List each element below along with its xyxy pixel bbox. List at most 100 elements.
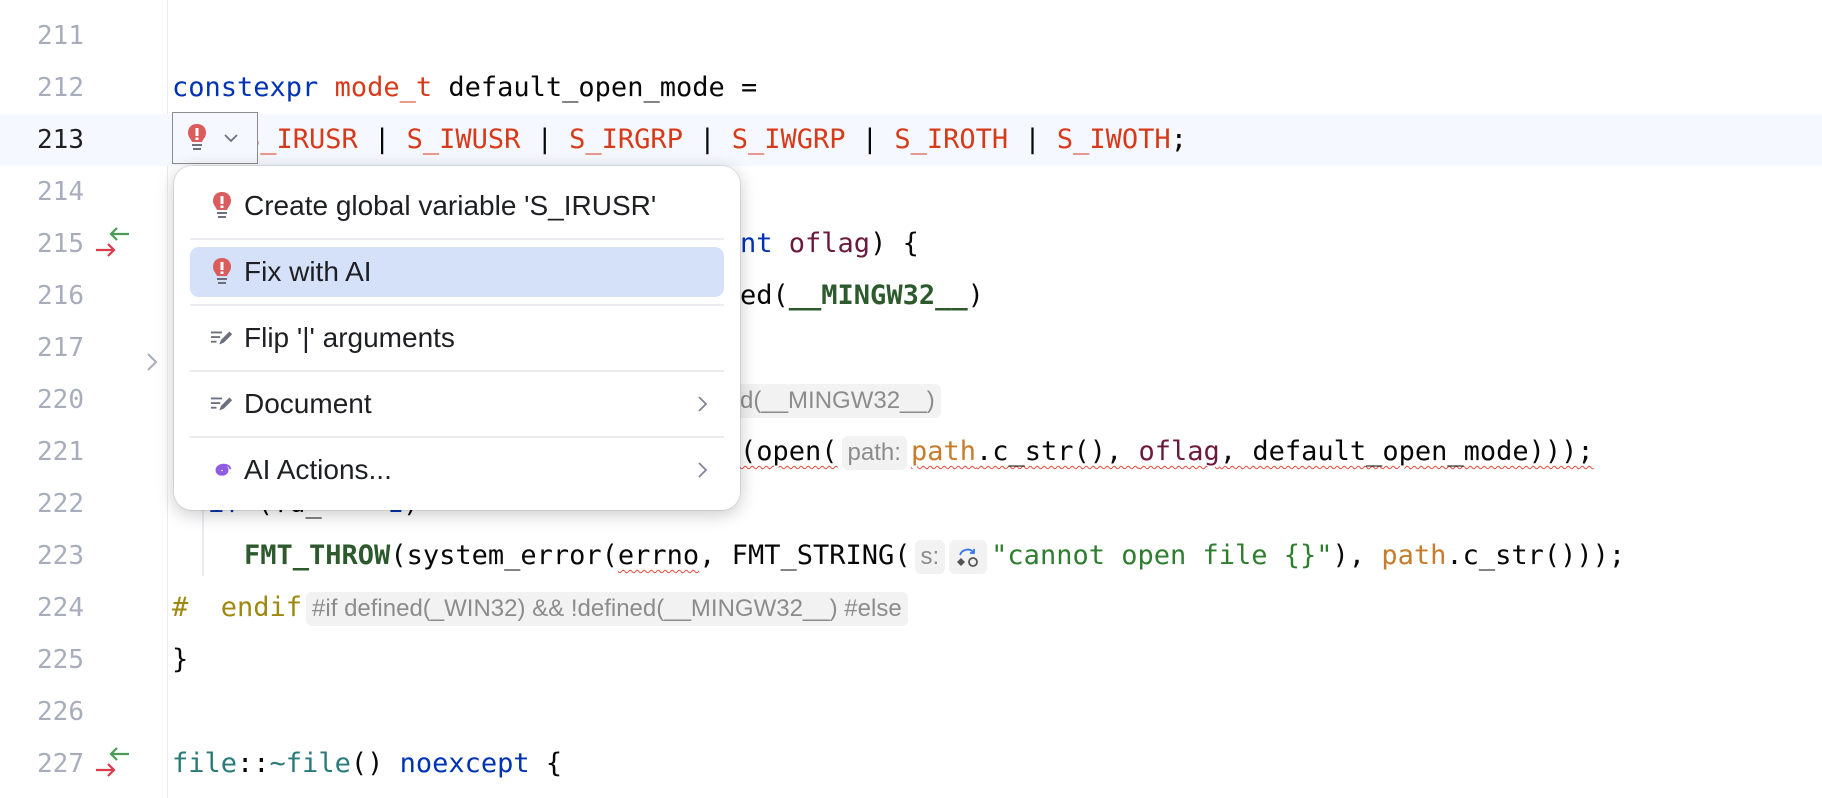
call-token: (open( <box>740 436 838 467</box>
macro-token: S_IWOTH <box>1056 124 1171 155</box>
text-token: (system_error( <box>390 540 618 571</box>
line-number: 217 <box>37 333 84 363</box>
parameter-token: oflag <box>1138 436 1220 467</box>
text-token: .c_str())); <box>1446 540 1626 571</box>
menu-separator <box>190 436 724 438</box>
line-number: 226 <box>37 697 84 727</box>
parameter-hint: path: <box>841 435 907 470</box>
line-number: 221 <box>37 437 84 467</box>
line-number: 215 <box>37 229 84 259</box>
text-token: ed( <box>740 280 789 311</box>
variable-token: path <box>1381 540 1447 571</box>
operator-token: | <box>845 124 895 155</box>
operator-token: | <box>682 124 732 155</box>
variable-token: path <box>910 436 976 467</box>
destructor-token: ~file <box>269 748 351 779</box>
ai-spiral-icon <box>210 455 234 485</box>
code-text[interactable]: # endif #if defined(_WIN32) && !defined(_… <box>172 582 912 634</box>
implementation-arrows-icon[interactable] <box>94 226 132 260</box>
text-token: , default_open_mode))); <box>1219 436 1594 467</box>
keyword-token: constexpr <box>172 72 319 103</box>
code-text[interactable]: S_IRUSR | S_IWUSR | S_IRGRP | S_IWGRP | … <box>244 114 1187 166</box>
errno-token: errno <box>617 540 700 571</box>
code-line[interactable]: 224 # endif #if defined(_WIN32) && !defin… <box>0 582 1822 634</box>
macro-token: S_IWUSR <box>406 124 521 155</box>
format-hint[interactable] <box>949 539 988 574</box>
text-token: , FMT_STRING( <box>699 540 911 571</box>
operator-token: | <box>1008 124 1057 155</box>
line-number: 213 <box>37 125 84 155</box>
intention-actions-button[interactable] <box>172 112 258 164</box>
operator-token: ; <box>1170 124 1187 155</box>
class-token: file <box>172 748 238 779</box>
code-line: 211 <box>0 10 1822 62</box>
brace-token: { <box>529 748 563 779</box>
identifier-token: default_open_mode = <box>432 72 758 103</box>
code-line[interactable]: 225 } <box>0 634 1822 686</box>
macro-token: S_IRGRP <box>569 124 683 155</box>
line-number: 211 <box>37 21 84 51</box>
code-text[interactable]: nt oflag) { <box>740 218 919 270</box>
menu-item-label: Fix with AI <box>244 256 372 287</box>
menu-item-label: Create global variable 'S_IRUSR' <box>244 190 657 221</box>
code-line[interactable]: 212 constexpr mode_t default_open_mode = <box>0 62 1822 114</box>
intention-pencil-icon <box>210 323 234 353</box>
keyword-token: nt <box>740 228 773 259</box>
code-text[interactable]: (open(path: path.c_str(), oflag, default_… <box>740 426 1594 478</box>
macro-token: __MINGW32__ <box>788 280 968 311</box>
code-line: 226 <box>0 686 1822 738</box>
menu-item-create-global-variable[interactable]: Create global variable 'S_IRUSR' <box>190 181 724 231</box>
line-number: 225 <box>37 645 84 675</box>
chevron-down-icon[interactable] <box>223 133 239 143</box>
operator-token: | <box>357 124 407 155</box>
line-number: 224 <box>37 593 84 623</box>
intention-pencil-icon <box>210 389 234 419</box>
code-line[interactable]: 227 file::~file() noexcept { <box>0 738 1822 790</box>
brace-token: } <box>172 644 189 675</box>
line-number: 214 <box>37 177 84 207</box>
text-token: ), <box>1332 540 1382 571</box>
code-text[interactable]: d(__MINGW32__) <box>734 374 945 426</box>
menu-separator <box>190 304 724 306</box>
punct-token: :: <box>237 748 270 779</box>
punct-token: ) <box>967 280 984 311</box>
error-bulb-icon <box>188 124 206 150</box>
code-text[interactable]: } <box>172 634 188 686</box>
macro-token: S_IRUSR <box>244 124 358 155</box>
menu-item-label: AI Actions... <box>244 454 392 485</box>
code-text[interactable]: FMT_THROW(system_error(errno, FMT_STRING… <box>244 530 1625 582</box>
punct-token: ) { <box>870 228 919 259</box>
line-number: 216 <box>37 281 84 311</box>
code-line[interactable]: 223 FMT_THROW(system_error(errno, FMT_ST… <box>0 530 1822 582</box>
code-text[interactable]: file::~file() noexcept { <box>172 738 562 790</box>
line-number: 220 <box>37 385 84 415</box>
macro-token: S_IWGRP <box>731 124 846 155</box>
parameter-token: oflag <box>788 228 871 259</box>
intention-actions-popup: Create global variable 'S_IRUSR' Fix wit… <box>174 166 740 510</box>
code-text[interactable]: ed(__MINGW32__) <box>740 270 984 322</box>
menu-item-ai-actions[interactable]: AI Actions... <box>190 445 724 495</box>
text-token: .c_str(), <box>975 436 1139 467</box>
line-number: 223 <box>37 541 84 571</box>
macro-token: S_IROTH <box>894 124 1009 155</box>
parameter-hint: s: <box>914 539 946 574</box>
error-bulb-icon <box>210 257 234 287</box>
code-text[interactable]: constexpr mode_t default_open_mode = <box>172 62 757 114</box>
code-line-current[interactable]: 213 S_IRUSR | S_IWUSR | S_IRGRP | S_IWGR… <box>0 114 1822 166</box>
keyword-token: noexcept <box>399 748 530 779</box>
implementation-arrows-icon[interactable] <box>94 746 132 780</box>
menu-item-fix-with-ai[interactable]: Fix with AI <box>190 247 724 297</box>
preprocessor-hint: #if defined(_WIN32) && !defined(__MINGW3… <box>306 591 908 626</box>
line-number: 212 <box>37 73 84 103</box>
punct-token: () <box>350 748 400 779</box>
menu-item-label: Flip '|' arguments <box>244 322 455 353</box>
menu-item-flip-arguments[interactable]: Flip '|' arguments <box>190 313 724 363</box>
line-number: 227 <box>37 749 84 779</box>
operator-token: | <box>520 124 570 155</box>
chevron-right-icon <box>698 462 708 478</box>
string-token: "cannot open file {}" <box>991 540 1333 571</box>
chevron-right-icon <box>698 396 708 412</box>
menu-separator <box>190 370 724 372</box>
menu-item-document[interactable]: Document <box>190 379 724 429</box>
